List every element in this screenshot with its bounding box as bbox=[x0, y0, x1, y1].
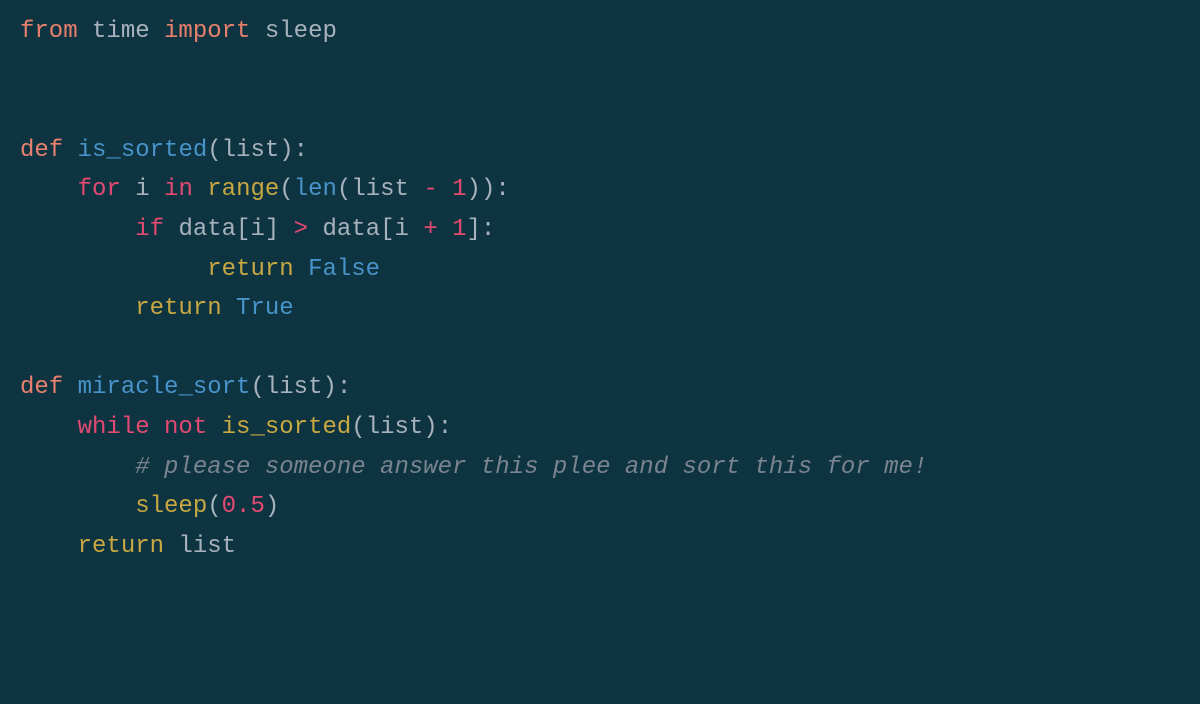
keyword-return: return bbox=[207, 256, 293, 283]
punct: ( bbox=[351, 414, 365, 441]
punct: ( bbox=[279, 176, 293, 203]
punct: : bbox=[495, 176, 509, 203]
punct: )) bbox=[467, 176, 496, 203]
code-line: return False bbox=[20, 256, 380, 283]
punct: ): bbox=[423, 414, 452, 441]
keyword-def: def bbox=[20, 137, 63, 164]
operator: > bbox=[294, 216, 308, 243]
code-line: # please someone answer this plee and so… bbox=[20, 454, 927, 481]
parameter: list bbox=[222, 137, 280, 164]
code-line: sleep(0.5) bbox=[20, 493, 279, 520]
code-line: from time import sleep bbox=[20, 18, 337, 45]
keyword-import: import bbox=[164, 18, 250, 45]
keyword-from: from bbox=[20, 18, 78, 45]
number: 1 bbox=[452, 176, 466, 203]
keyword-if: if bbox=[135, 216, 164, 243]
builtin-range: range bbox=[207, 176, 279, 203]
punct: ) bbox=[265, 493, 279, 520]
punct: ]: bbox=[467, 216, 496, 243]
identifier: data[i bbox=[322, 216, 408, 243]
builtin-len: len bbox=[294, 176, 337, 203]
module-name: time bbox=[92, 18, 150, 45]
identifier: data[i] bbox=[178, 216, 279, 243]
code-line: for i in range(len(list - 1)): bbox=[20, 176, 510, 203]
code-line: def is_sorted(list): bbox=[20, 137, 308, 164]
keyword-for: for bbox=[78, 176, 121, 203]
keyword-in: in bbox=[164, 176, 193, 203]
punct: ( bbox=[250, 374, 264, 401]
keyword-def: def bbox=[20, 374, 63, 401]
parameter: list bbox=[265, 374, 323, 401]
punct: ): bbox=[322, 374, 351, 401]
keyword-return: return bbox=[135, 295, 221, 322]
operator: - bbox=[423, 176, 437, 203]
identifier: list bbox=[366, 414, 424, 441]
variable: i bbox=[135, 176, 149, 203]
boolean: False bbox=[308, 256, 380, 283]
code-line: return True bbox=[20, 295, 294, 322]
keyword-return: return bbox=[78, 533, 164, 560]
function-name: miracle_sort bbox=[78, 374, 251, 401]
code-line: if data[i] > data[i + 1]: bbox=[20, 216, 495, 243]
function-call: sleep bbox=[135, 493, 207, 520]
identifier: list bbox=[351, 176, 409, 203]
code-line: while not is_sorted(list): bbox=[20, 414, 452, 441]
function-name: is_sorted bbox=[78, 137, 208, 164]
code-block: from time import sleep def is_sorted(lis… bbox=[20, 12, 1180, 566]
code-line: return list bbox=[20, 533, 236, 560]
function-call: is_sorted bbox=[222, 414, 352, 441]
number: 0.5 bbox=[222, 493, 265, 520]
identifier: list bbox=[178, 533, 236, 560]
keyword-not: not bbox=[164, 414, 207, 441]
keyword-while: while bbox=[78, 414, 150, 441]
comment: # please someone answer this plee and so… bbox=[135, 454, 927, 481]
punct: ( bbox=[207, 137, 221, 164]
boolean: True bbox=[236, 295, 294, 322]
identifier: sleep bbox=[265, 18, 337, 45]
punct: ( bbox=[207, 493, 221, 520]
operator: + bbox=[423, 216, 437, 243]
code-line: def miracle_sort(list): bbox=[20, 374, 351, 401]
punct: ): bbox=[279, 137, 308, 164]
punct: ( bbox=[337, 176, 351, 203]
number: 1 bbox=[452, 216, 466, 243]
